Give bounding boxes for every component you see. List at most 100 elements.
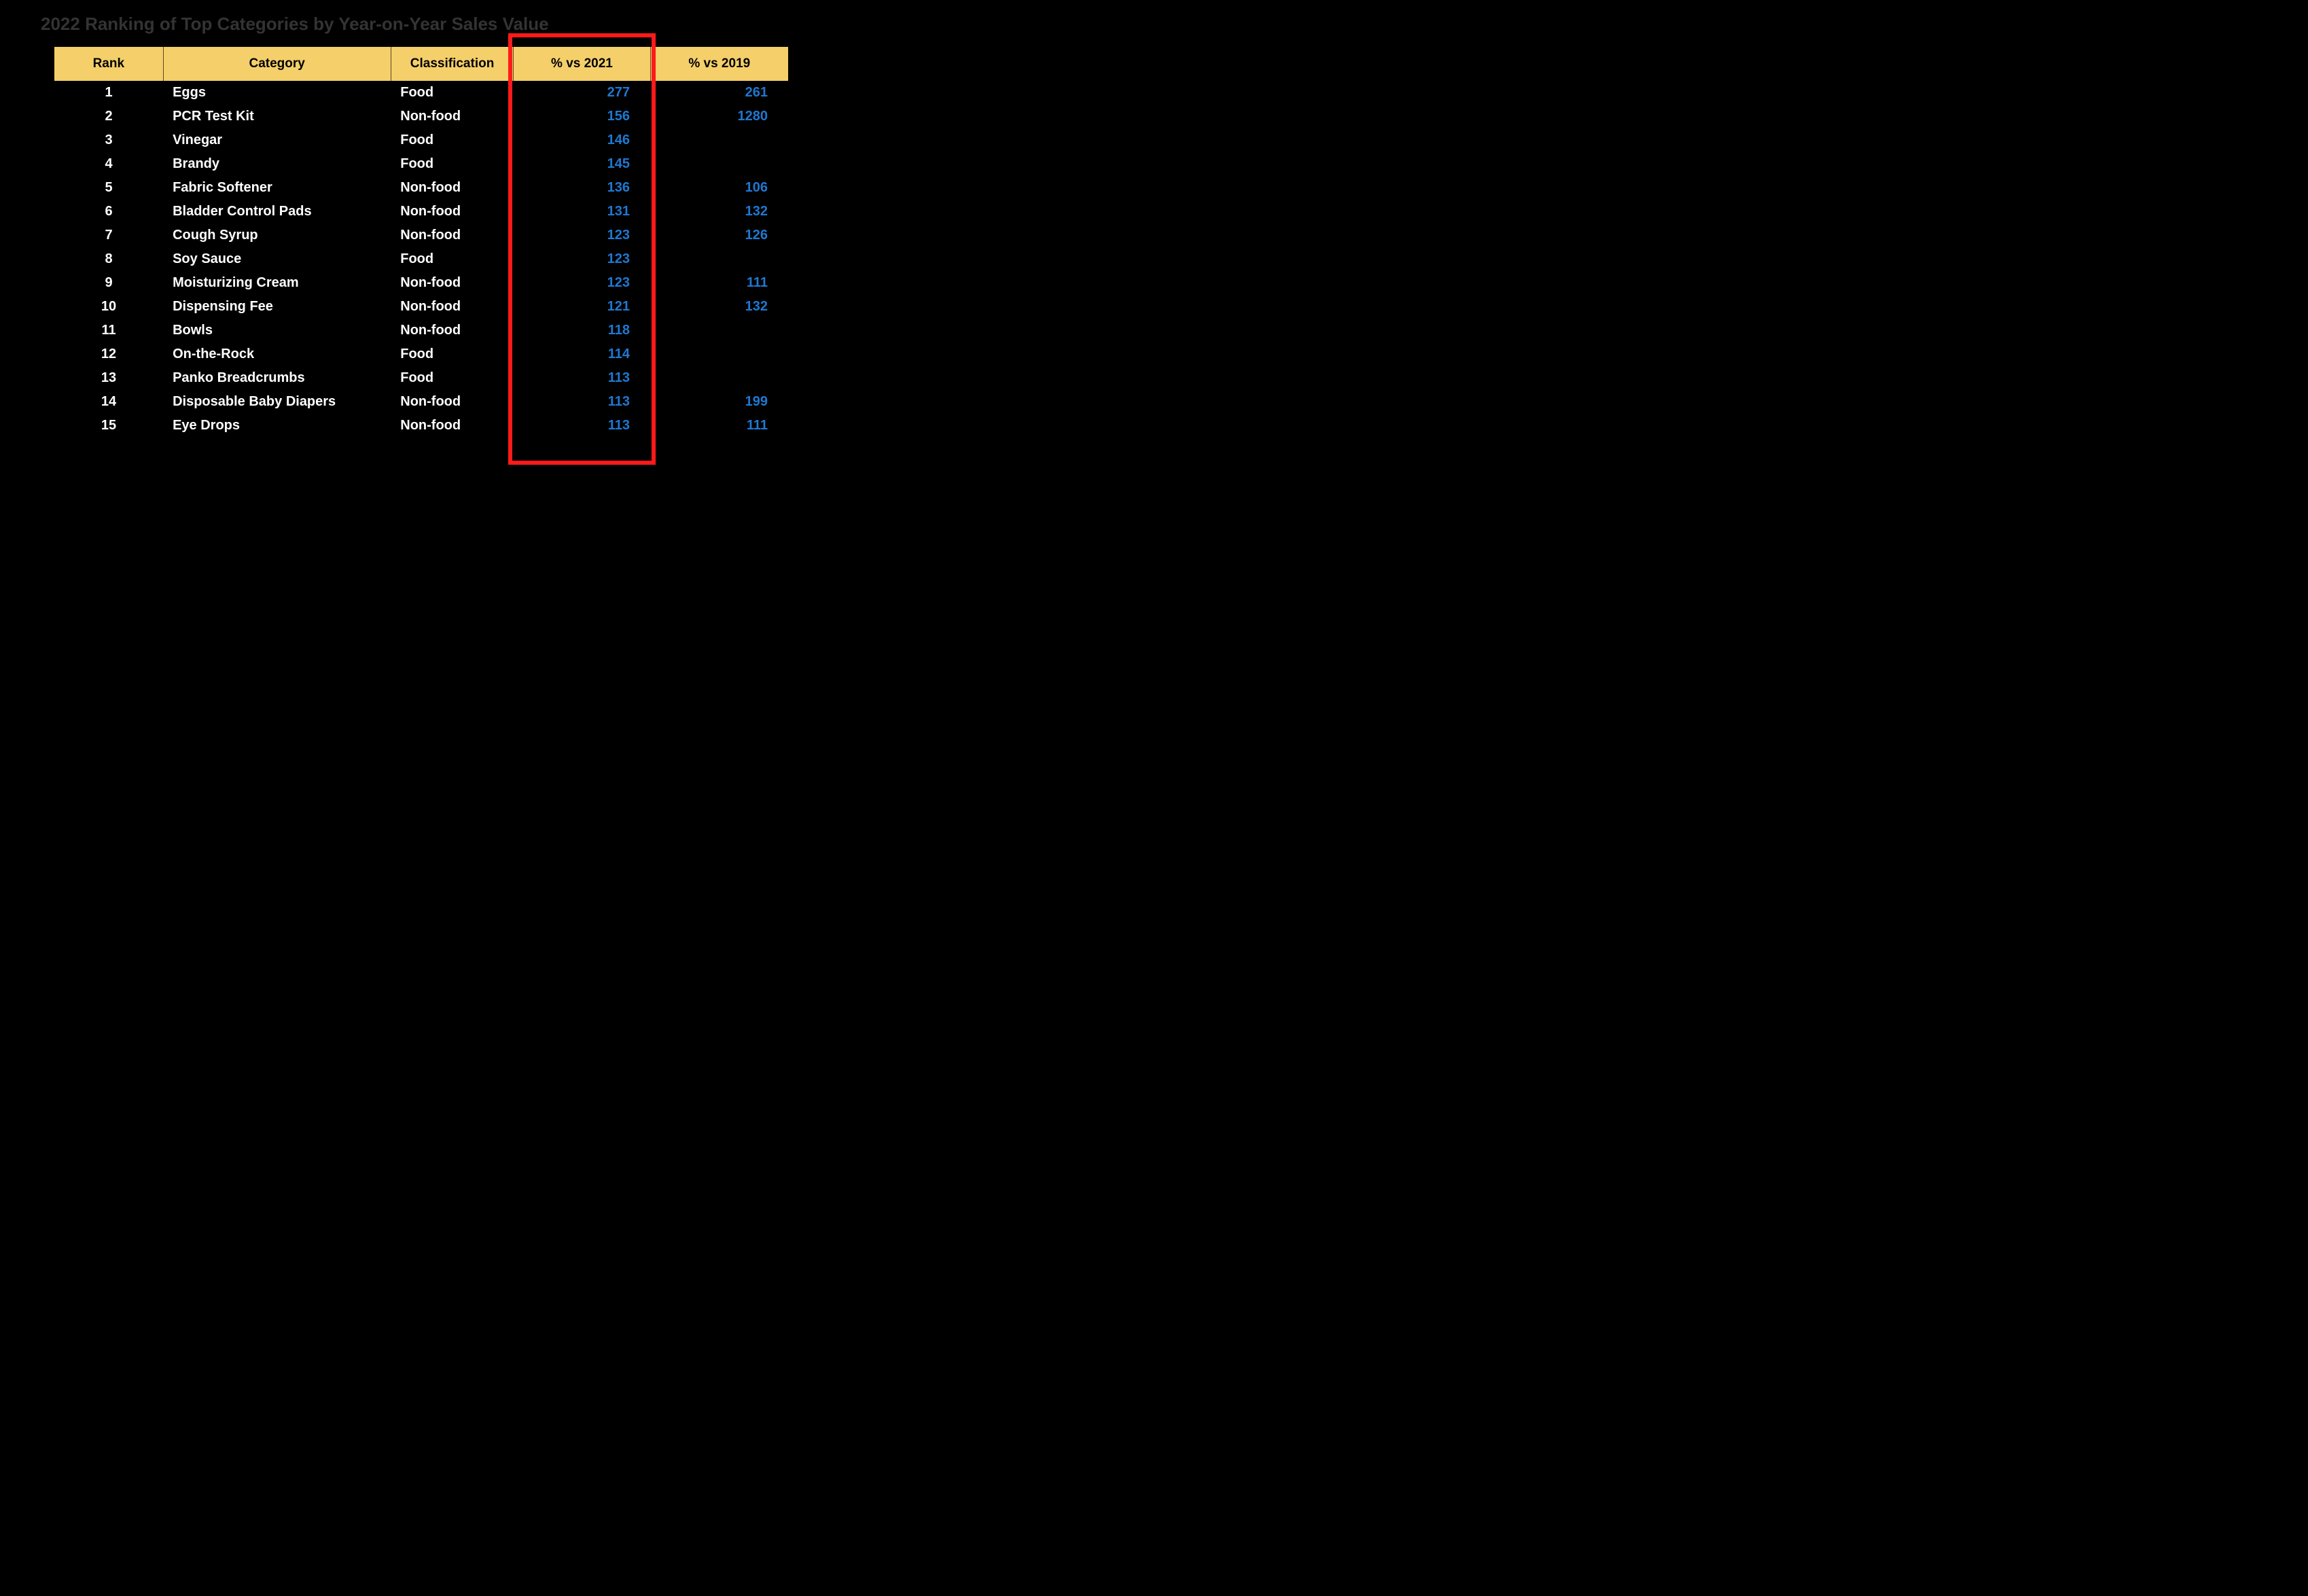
cell-category: On-the-Rock — [163, 342, 391, 366]
table-row: 14Disposable Baby DiapersNon-food113199 — [54, 390, 788, 414]
cell-vs-2019: 199 — [650, 390, 788, 414]
cell-vs-2019: 126 — [650, 224, 788, 247]
cell-vs-2019: 106 — [650, 176, 788, 200]
cell-vs-2019 — [650, 152, 788, 176]
cell-classification: Non-food — [391, 105, 514, 128]
cell-rank: 1 — [54, 81, 163, 105]
cell-rank: 8 — [54, 247, 163, 271]
ranking-table: Rank Category Classification % vs 2021 %… — [54, 47, 788, 438]
cell-category: Bowls — [163, 319, 391, 342]
cell-rank: 6 — [54, 200, 163, 224]
cell-vs-2021: 277 — [514, 81, 650, 105]
cell-classification: Non-food — [391, 271, 514, 295]
header-classification: Classification — [391, 47, 514, 81]
cell-rank: 12 — [54, 342, 163, 366]
table-row: 3VinegarFood146 — [54, 128, 788, 152]
table-row: 6Bladder Control PadsNon-food131132 — [54, 200, 788, 224]
cell-category: PCR Test Kit — [163, 105, 391, 128]
cell-vs-2019: 261 — [650, 81, 788, 105]
cell-category: Panko Breadcrumbs — [163, 366, 391, 390]
cell-classification: Non-food — [391, 200, 514, 224]
header-rank: Rank — [54, 47, 163, 81]
cell-vs-2019: 132 — [650, 295, 788, 319]
page-title: 2022 Ranking of Top Categories by Year-o… — [41, 14, 788, 35]
cell-rank: 2 — [54, 105, 163, 128]
cell-rank: 4 — [54, 152, 163, 176]
table-row: 9Moisturizing CreamNon-food123111 — [54, 271, 788, 295]
cell-vs-2019 — [650, 319, 788, 342]
cell-category: Dispensing Fee — [163, 295, 391, 319]
cell-rank: 3 — [54, 128, 163, 152]
cell-category: Vinegar — [163, 128, 391, 152]
cell-classification: Food — [391, 366, 514, 390]
cell-category: Brandy — [163, 152, 391, 176]
cell-rank: 15 — [54, 414, 163, 438]
cell-vs-2021: 156 — [514, 105, 650, 128]
cell-classification: Non-food — [391, 295, 514, 319]
table-row: 4BrandyFood145 — [54, 152, 788, 176]
cell-vs-2019: 111 — [650, 414, 788, 438]
cell-category: Eggs — [163, 81, 391, 105]
cell-classification: Food — [391, 152, 514, 176]
cell-vs-2021: 146 — [514, 128, 650, 152]
cell-classification: Non-food — [391, 176, 514, 200]
header-vs-2021: % vs 2021 — [514, 47, 650, 81]
table-row: 10Dispensing FeeNon-food121132 — [54, 295, 788, 319]
cell-vs-2021: 123 — [514, 271, 650, 295]
table-container: Rank Category Classification % vs 2021 %… — [54, 47, 788, 438]
cell-rank: 7 — [54, 224, 163, 247]
cell-category: Cough Syrup — [163, 224, 391, 247]
cell-category: Soy Sauce — [163, 247, 391, 271]
cell-classification: Non-food — [391, 390, 514, 414]
table-row: 11BowlsNon-food118 — [54, 319, 788, 342]
cell-classification: Non-food — [391, 414, 514, 438]
table-row: 1EggsFood277261 — [54, 81, 788, 105]
table-body: 1EggsFood2772612PCR Test KitNon-food1561… — [54, 81, 788, 438]
cell-classification: Non-food — [391, 319, 514, 342]
cell-vs-2019 — [650, 342, 788, 366]
cell-rank: 11 — [54, 319, 163, 342]
cell-classification: Food — [391, 81, 514, 105]
table-row: 7Cough SyrupNon-food123126 — [54, 224, 788, 247]
page: 2022 Ranking of Top Categories by Year-o… — [0, 0, 815, 478]
cell-vs-2021: 113 — [514, 390, 650, 414]
table-row: 8Soy SauceFood123 — [54, 247, 788, 271]
cell-rank: 10 — [54, 295, 163, 319]
cell-category: Disposable Baby Diapers — [163, 390, 391, 414]
table-row: 12On-the-RockFood114 — [54, 342, 788, 366]
cell-category: Bladder Control Pads — [163, 200, 391, 224]
cell-vs-2019 — [650, 366, 788, 390]
cell-classification: Non-food — [391, 224, 514, 247]
cell-category: Moisturizing Cream — [163, 271, 391, 295]
cell-rank: 5 — [54, 176, 163, 200]
cell-classification: Food — [391, 247, 514, 271]
cell-rank: 9 — [54, 271, 163, 295]
cell-vs-2019 — [650, 128, 788, 152]
cell-vs-2019: 111 — [650, 271, 788, 295]
cell-vs-2021: 145 — [514, 152, 650, 176]
cell-classification: Food — [391, 342, 514, 366]
table-head: Rank Category Classification % vs 2021 %… — [54, 47, 788, 81]
table-row: 2PCR Test KitNon-food1561280 — [54, 105, 788, 128]
cell-vs-2021: 136 — [514, 176, 650, 200]
cell-category: Fabric Softener — [163, 176, 391, 200]
header-category: Category — [163, 47, 391, 81]
cell-classification: Food — [391, 128, 514, 152]
cell-vs-2019: 132 — [650, 200, 788, 224]
cell-vs-2019 — [650, 247, 788, 271]
cell-vs-2021: 113 — [514, 414, 650, 438]
cell-vs-2021: 114 — [514, 342, 650, 366]
header-vs-2019: % vs 2019 — [650, 47, 788, 81]
cell-vs-2021: 123 — [514, 224, 650, 247]
cell-category: Eye Drops — [163, 414, 391, 438]
table-row: 13Panko BreadcrumbsFood113 — [54, 366, 788, 390]
cell-vs-2021: 113 — [514, 366, 650, 390]
table-row: 15Eye DropsNon-food113111 — [54, 414, 788, 438]
cell-vs-2021: 123 — [514, 247, 650, 271]
cell-vs-2021: 131 — [514, 200, 650, 224]
cell-vs-2021: 118 — [514, 319, 650, 342]
table-row: 5Fabric SoftenerNon-food136106 — [54, 176, 788, 200]
cell-rank: 13 — [54, 366, 163, 390]
cell-vs-2019: 1280 — [650, 105, 788, 128]
cell-vs-2021: 121 — [514, 295, 650, 319]
